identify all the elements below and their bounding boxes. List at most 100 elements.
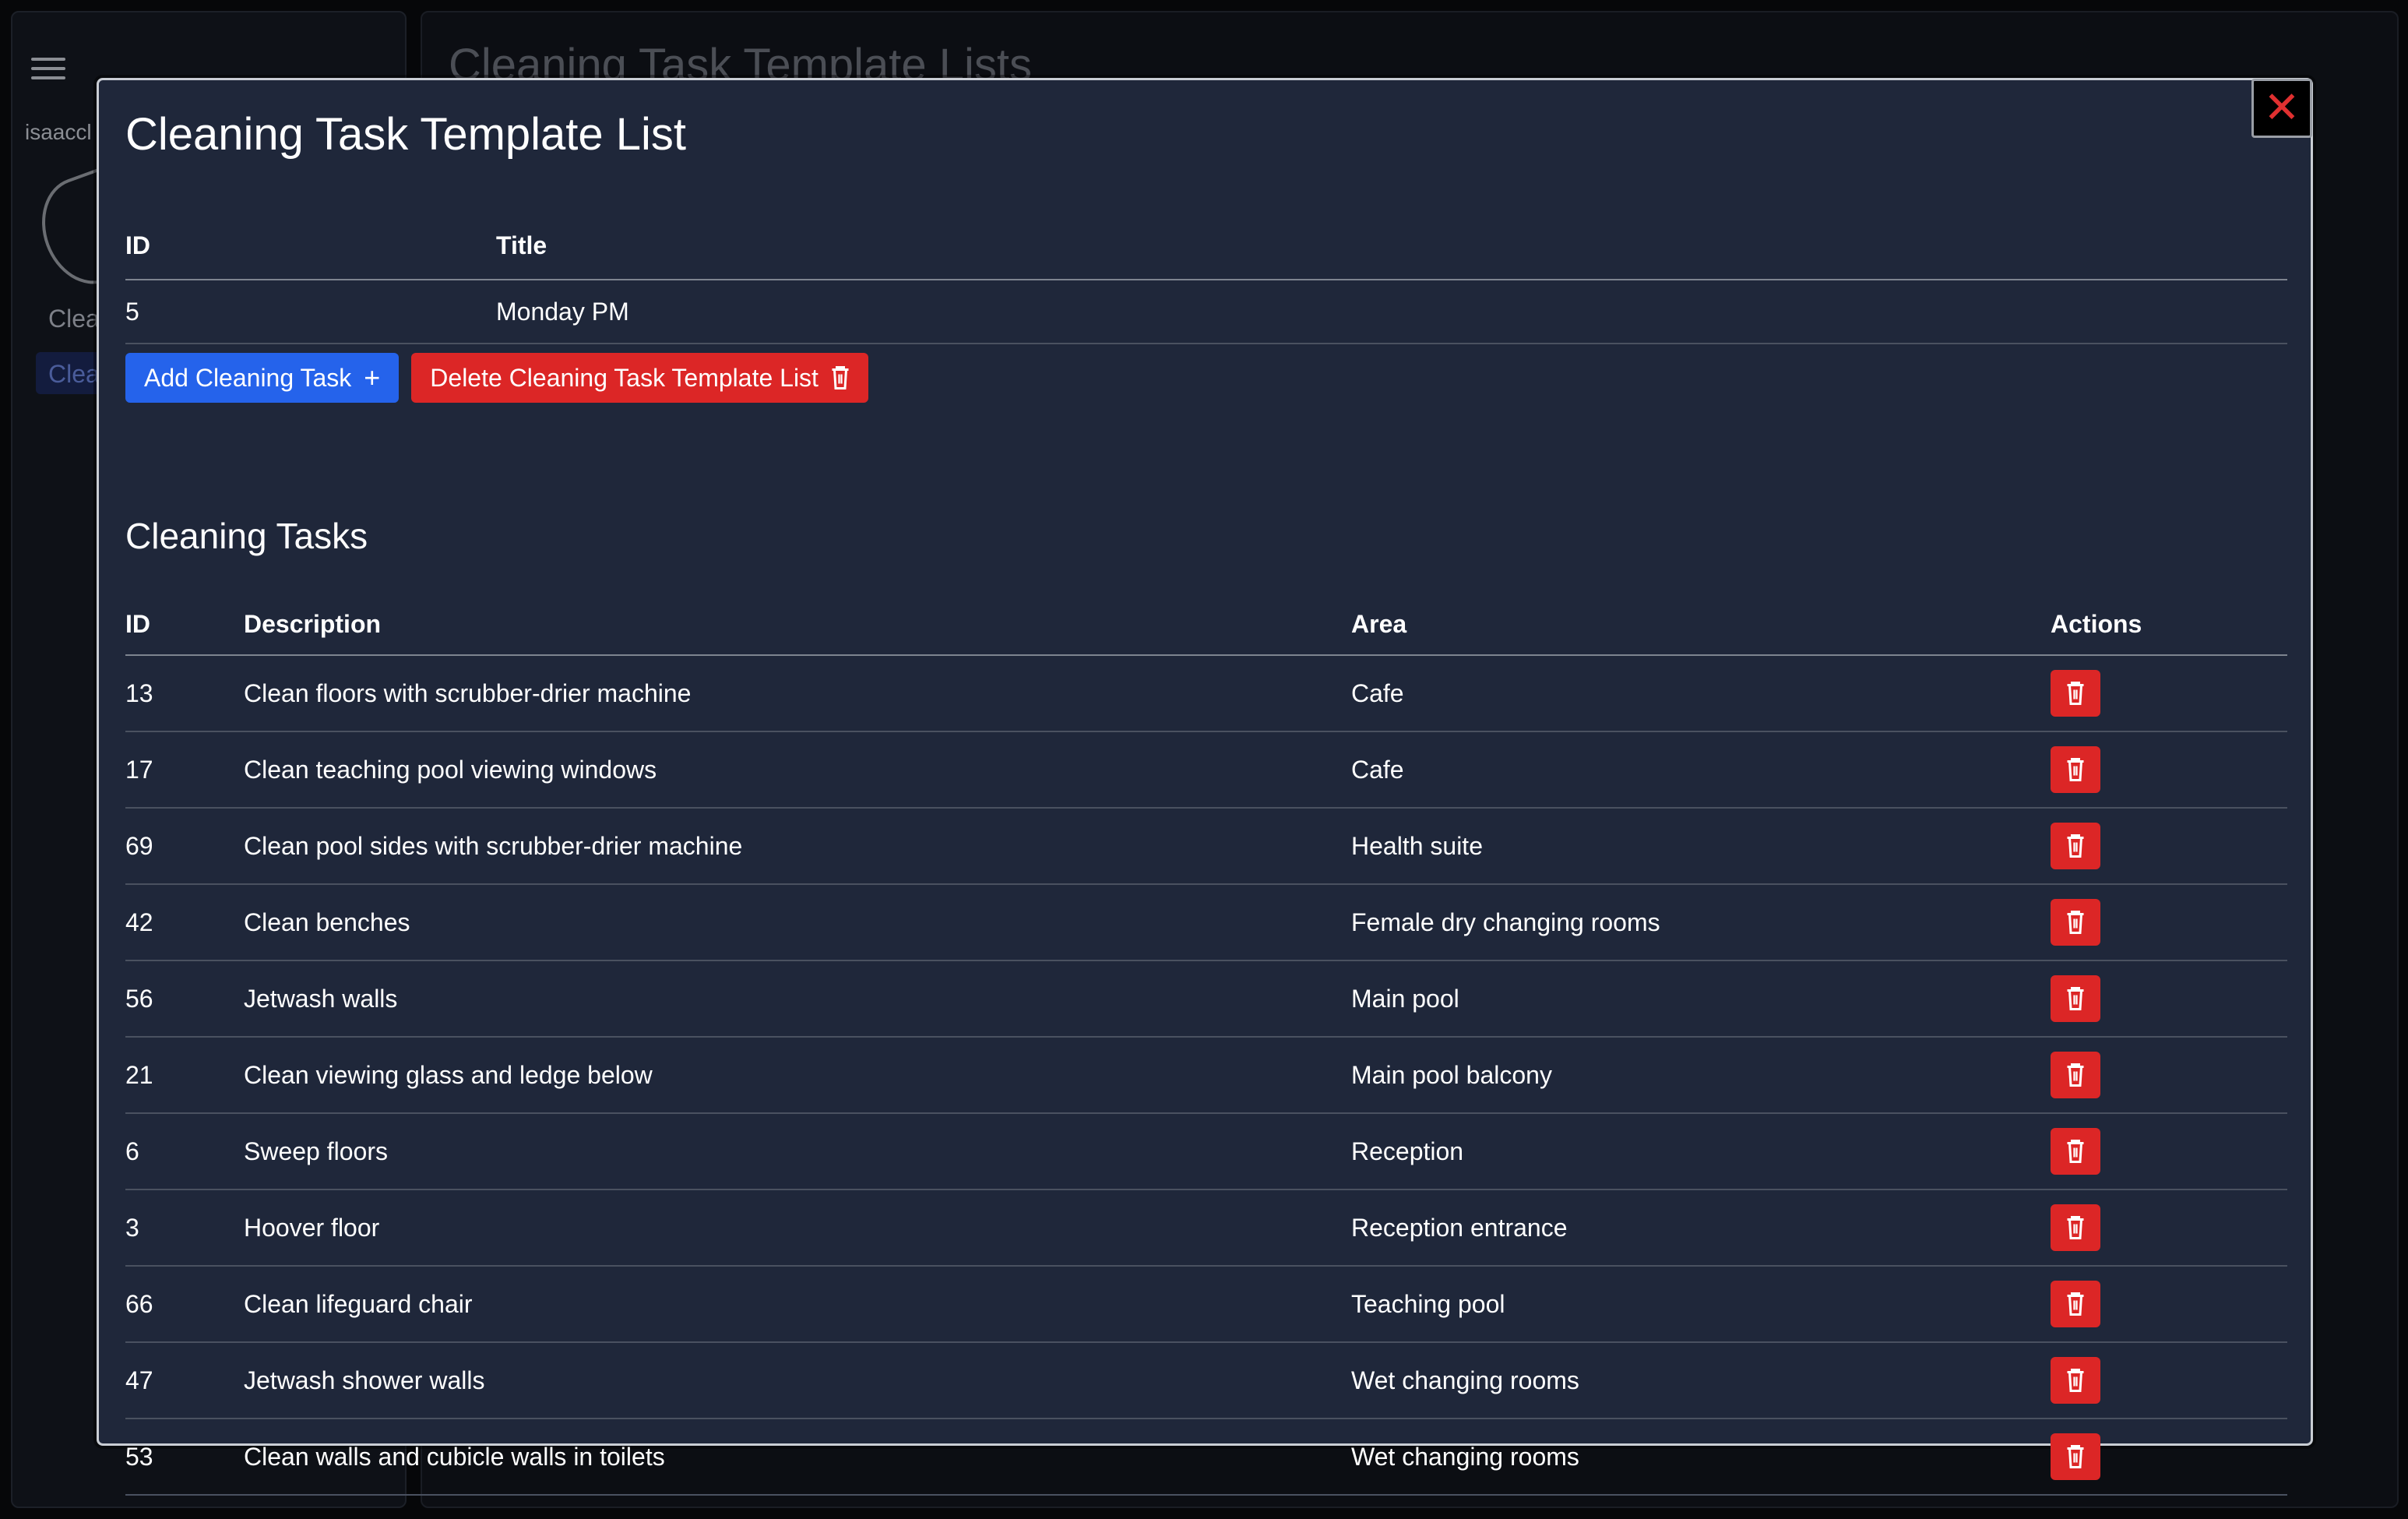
header-area: Area xyxy=(1351,594,2051,656)
task-actions xyxy=(2051,1342,2287,1419)
table-header-row: ID Description Area Actions xyxy=(125,594,2287,656)
task-description: Clean floors with scrubber-drier machine xyxy=(244,655,1351,732)
trash-icon xyxy=(2066,911,2085,934)
table-row: 5 Monday PM xyxy=(125,280,2287,344)
sidebar-username: isaaccl xyxy=(25,120,92,144)
task-area: Cafe xyxy=(1351,655,2051,732)
task-description: Jetwash walls xyxy=(244,960,1351,1038)
template-table: ID Title 5 Monday PM xyxy=(125,213,2287,344)
task-rows: 13 Clean floors with scrubber-drier machi… xyxy=(125,655,2287,1496)
task-id: 56 xyxy=(125,960,244,1038)
trash-icon xyxy=(2066,987,2085,1010)
table-row: 47 Jetwash shower walls Wet changing rooms xyxy=(125,1342,2287,1419)
table-row: 3 Hoover floor Reception entrance xyxy=(125,1189,2287,1267)
task-actions xyxy=(2051,1037,2287,1114)
section-title: Cleaning Tasks xyxy=(125,516,368,556)
trash-icon xyxy=(2066,1369,2085,1392)
task-id: 13 xyxy=(125,655,244,732)
table-row: 66 Clean lifeguard chair Teaching pool xyxy=(125,1266,2287,1343)
hamburger-icon[interactable] xyxy=(31,58,65,84)
delete-task-button[interactable] xyxy=(2051,746,2100,793)
template-id: 5 xyxy=(125,280,496,344)
task-id: 69 xyxy=(125,808,244,885)
trash-icon xyxy=(2066,1292,2085,1316)
header-actions: Actions xyxy=(2051,594,2287,656)
task-actions xyxy=(2051,884,2287,961)
delete-task-button[interactable] xyxy=(2051,1128,2100,1175)
delete-task-button[interactable] xyxy=(2051,1204,2100,1251)
header-id: ID xyxy=(125,213,496,280)
table-row: 53 Clean walls and cubicle walls in toile… xyxy=(125,1419,2287,1496)
task-id: 42 xyxy=(125,884,244,961)
task-area: Teaching pool xyxy=(1351,1266,2051,1343)
task-actions xyxy=(2051,1189,2287,1267)
delete-task-button[interactable] xyxy=(2051,670,2100,717)
task-actions xyxy=(2051,1419,2287,1496)
table-row: 13 Clean floors with scrubber-drier machi… xyxy=(125,655,2287,732)
close-icon[interactable]: ✕ xyxy=(2251,79,2312,138)
template-title: Monday PM xyxy=(496,280,2287,344)
table-row: 56 Jetwash walls Main pool xyxy=(125,960,2287,1038)
task-description: Hoover floor xyxy=(244,1189,1351,1267)
table-row: 42 Clean benches Female dry changing rooms xyxy=(125,884,2287,961)
task-description: Clean benches xyxy=(244,884,1351,961)
header-description: Description xyxy=(244,594,1351,656)
delete-task-button[interactable] xyxy=(2051,975,2100,1022)
task-area: Wet changing rooms xyxy=(1351,1342,2051,1419)
task-id: 3 xyxy=(125,1189,244,1267)
delete-task-button[interactable] xyxy=(2051,1052,2100,1098)
delete-task-button[interactable] xyxy=(2051,899,2100,946)
task-actions xyxy=(2051,808,2287,885)
task-id: 21 xyxy=(125,1037,244,1114)
trash-icon xyxy=(2066,1445,2085,1468)
table-row: 21 Clean viewing glass and ledge below Mai… xyxy=(125,1037,2287,1114)
task-actions xyxy=(2051,731,2287,809)
table-row: 6 Sweep floors Reception xyxy=(125,1113,2287,1190)
task-id: 53 xyxy=(125,1419,244,1496)
delete-button-label: Delete Cleaning Task Template List xyxy=(430,363,819,392)
task-id: 47 xyxy=(125,1342,244,1419)
trash-icon xyxy=(2066,1140,2085,1163)
delete-task-button[interactable] xyxy=(2051,1357,2100,1404)
table-header-row: ID Title xyxy=(125,213,2287,280)
task-actions xyxy=(2051,1113,2287,1190)
task-area: Reception entrance xyxy=(1351,1189,2051,1267)
task-area: Reception xyxy=(1351,1113,2051,1190)
trash-icon xyxy=(2066,758,2085,781)
header-title: Title xyxy=(496,213,2287,280)
task-description: Clean pool sides with scrubber-drier mac… xyxy=(244,808,1351,885)
task-actions xyxy=(2051,960,2287,1038)
delete-task-button[interactable] xyxy=(2051,823,2100,869)
delete-template-list-button[interactable]: Delete Cleaning Task Template List xyxy=(411,353,868,403)
trash-icon xyxy=(2066,1063,2085,1087)
task-description: Clean teaching pool viewing windows xyxy=(244,731,1351,809)
task-description: Clean lifeguard chair xyxy=(244,1266,1351,1343)
add-button-label: Add Cleaning Task xyxy=(144,363,352,392)
table-row: 17 Clean teaching pool viewing windows Caf… xyxy=(125,731,2287,809)
trash-icon xyxy=(2066,1216,2085,1239)
delete-task-button[interactable] xyxy=(2051,1433,2100,1480)
trash-icon xyxy=(831,366,850,389)
task-description: Jetwash shower walls xyxy=(244,1342,1351,1419)
task-id: 17 xyxy=(125,731,244,809)
delete-task-button[interactable] xyxy=(2051,1281,2100,1327)
task-id: 66 xyxy=(125,1266,244,1343)
task-description: Clean viewing glass and ledge below xyxy=(244,1037,1351,1114)
task-area: Main pool balcony xyxy=(1351,1037,2051,1114)
task-area: Wet changing rooms xyxy=(1351,1419,2051,1496)
task-area: Health suite xyxy=(1351,808,2051,885)
task-area: Female dry changing rooms xyxy=(1351,884,2051,961)
modal-title: Cleaning Task Template List xyxy=(125,109,687,160)
task-description: Clean walls and cubicle walls in toilets xyxy=(244,1419,1351,1496)
table-row: 69 Clean pool sides with scrubber-drier m… xyxy=(125,808,2287,885)
add-cleaning-task-button[interactable]: Add Cleaning Task + xyxy=(125,353,400,403)
task-actions xyxy=(2051,1266,2287,1343)
action-buttons: Add Cleaning Task + Delete Cleaning Task… xyxy=(125,353,868,403)
plus-icon: + xyxy=(364,361,381,393)
header-id: ID xyxy=(125,594,244,656)
trash-icon xyxy=(2066,834,2085,858)
task-area: Main pool xyxy=(1351,960,2051,1038)
task-actions xyxy=(2051,655,2287,732)
task-area: Cafe xyxy=(1351,731,2051,809)
trash-icon xyxy=(2066,682,2085,705)
